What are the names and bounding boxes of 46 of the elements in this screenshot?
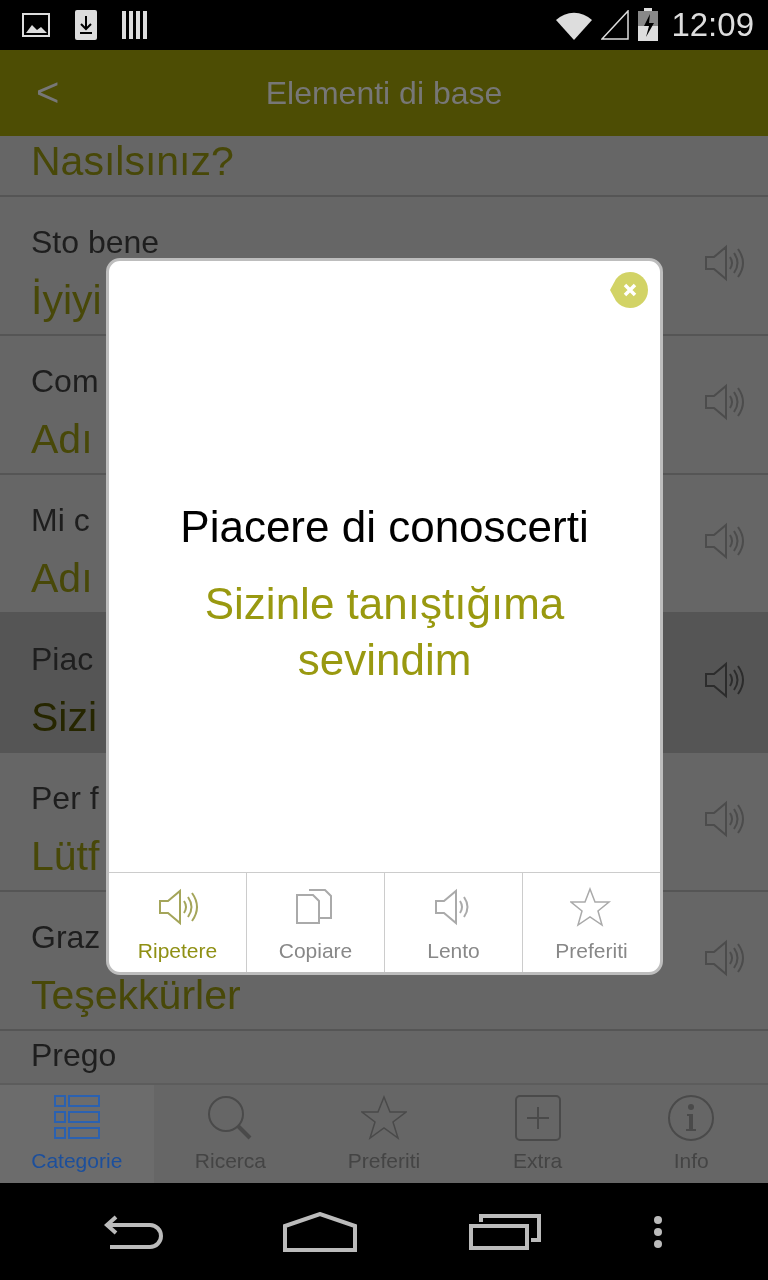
phrase-text: Com [31, 362, 99, 401]
signal-icon [601, 10, 630, 40]
star-icon [569, 887, 614, 927]
phrase-text: Sto bene [31, 223, 160, 262]
home-icon[interactable] [283, 1211, 358, 1252]
translation-text: Sizinle tanıştığıma sevindim [203, 577, 566, 686]
translation-text: Sizi [31, 693, 98, 742]
phrase-text: Piacere di conoscerti [180, 500, 589, 553]
speaker-icon[interactable] [702, 381, 746, 422]
translation-text: Adı [31, 554, 93, 603]
more-icon[interactable] [652, 1214, 665, 1249]
image-icon [22, 13, 50, 37]
translation-text: İyiyi [31, 276, 102, 325]
clock: 12:09 [671, 5, 754, 46]
translation-text: Teşekkürler [31, 971, 241, 1020]
phrase-text: Per f [31, 779, 99, 818]
recents-icon[interactable] [468, 1213, 541, 1250]
battery-icon [637, 8, 660, 42]
plus-icon [514, 1095, 561, 1141]
translation-text: Nasılsınız? [31, 137, 234, 186]
speaker-icon[interactable] [702, 937, 746, 978]
wifi-icon [555, 10, 594, 40]
action-button[interactable]: Copiare [246, 873, 384, 972]
speaker-icon[interactable] [702, 520, 746, 561]
bars-icon [122, 11, 148, 39]
action-button[interactable]: Lento [384, 873, 522, 972]
phrase-text: Piac [31, 640, 94, 679]
back-button[interactable]: < [36, 72, 60, 112]
phrase-text: Prego [31, 1036, 117, 1075]
download-icon [74, 9, 98, 41]
list-icon [53, 1095, 100, 1141]
phrase-text: Graz [31, 918, 101, 957]
info-icon [668, 1095, 715, 1141]
screen-title: Elementi di base [265, 74, 503, 113]
search-icon [207, 1095, 254, 1141]
speaker-icon[interactable] [702, 242, 746, 283]
close-icon [610, 270, 650, 310]
speaker-icon[interactable] [702, 659, 746, 700]
translation-text: Adı [31, 415, 93, 464]
phrase-text: Mi c [31, 501, 90, 540]
star-icon [361, 1095, 407, 1141]
translation-text: Lütf [31, 832, 100, 881]
tab[interactable]: Categorie [0, 1085, 154, 1183]
close-button[interactable] [610, 270, 650, 310]
action-button[interactable]: Preferiti [522, 873, 660, 972]
speaker-icon[interactable] [702, 798, 746, 839]
